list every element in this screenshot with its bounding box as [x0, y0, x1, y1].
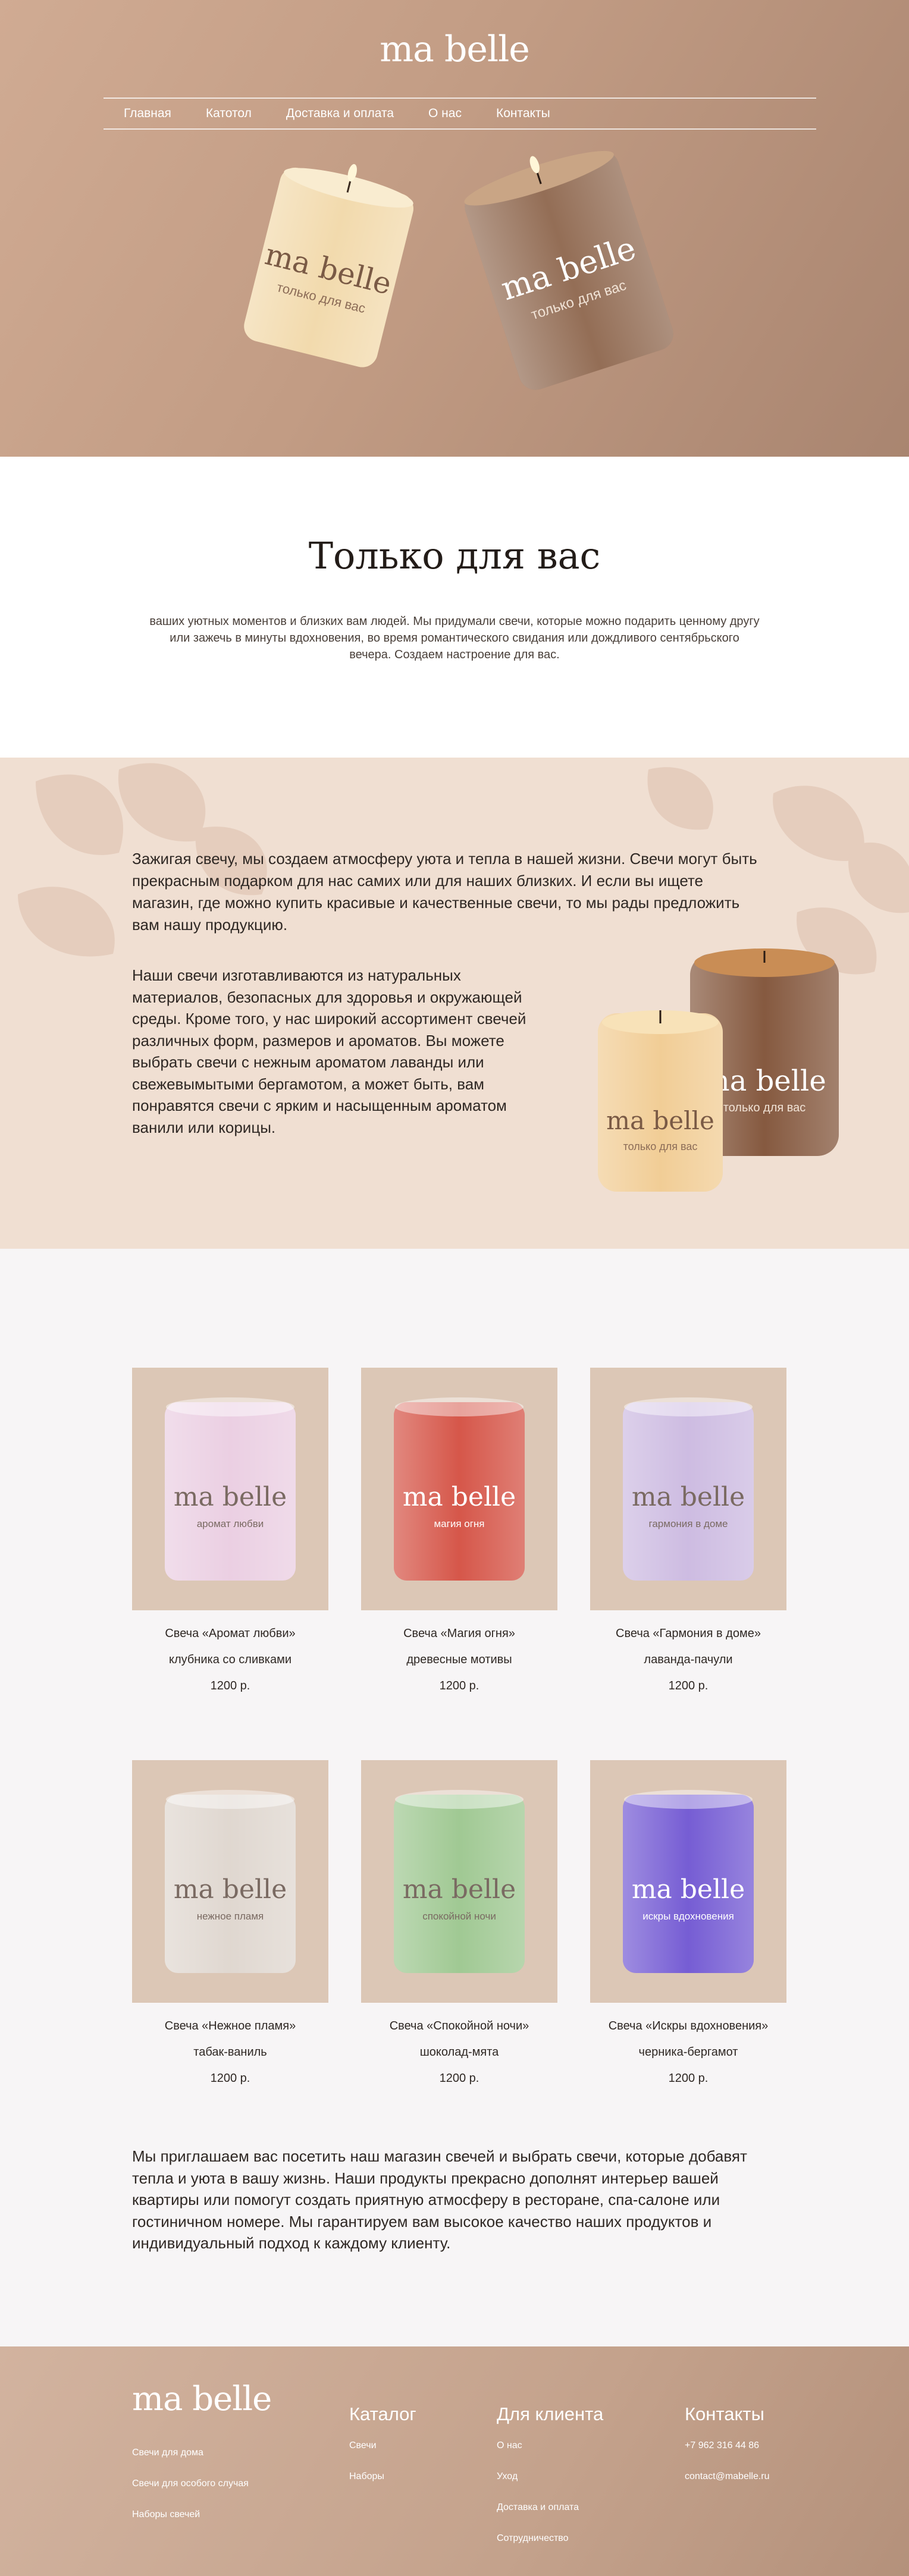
product-notes: лаванда-пачули: [644, 1653, 733, 1666]
product-price: 1200 р.: [210, 2072, 250, 2085]
footer-brand-links: Свечи для дома Свечи для особого случая …: [132, 2448, 249, 2540]
footer-link-home-candles[interactable]: Свечи для дома: [132, 2448, 249, 2458]
product-price: 1200 р.: [439, 1679, 479, 1692]
footer-col-catalog: Каталог Свечи Наборы: [349, 2404, 416, 2502]
product-card[interactable]: ma belle магия огня Свеча «Магия огня» древ…: [361, 1368, 557, 1693]
product-notes: черника-бергамот: [638, 2046, 738, 2059]
candle-label: гармония в доме: [649, 1518, 728, 1529]
site-logo[interactable]: ma belle: [0, 29, 909, 70]
hero-candle-left: ma belle только для вас: [244, 164, 413, 367]
product-price: 1200 р.: [210, 1679, 250, 1692]
product-notes: клубника со сливками: [168, 1653, 291, 1666]
product-notes: табак-ваниль: [193, 2046, 267, 2059]
nav-item-delivery[interactable]: Доставка и оплата: [286, 106, 394, 121]
product-image[interactable]: ma belle аромат любви: [132, 1368, 328, 1610]
footer: ma belle Свечи для дома Свечи для особог…: [0, 2346, 909, 2576]
about-candle-back-label: только для вас: [723, 1101, 806, 1114]
product-image[interactable]: ma belle искры вдохновения: [590, 1760, 786, 2003]
intro-text: ваших уютных моментов и близких вам люде…: [149, 615, 760, 661]
product-price: 1200 р.: [439, 2072, 479, 2085]
candle-label: спокойной ночи: [422, 1911, 496, 1922]
product-card[interactable]: ma belle аромат любви Свеча «Аромат любви»…: [132, 1368, 328, 1693]
hero-section: ma belle только для вас ma belle только …: [0, 0, 909, 457]
product-name[interactable]: Свеча «Гармония в доме»: [590, 1627, 786, 1641]
footer-link-special-candles[interactable]: Свечи для особого случая: [132, 2478, 249, 2489]
product-card[interactable]: ma belle гармония в доме Свеча «Гармония в…: [590, 1368, 786, 1693]
candle-brand: ma belle: [174, 1874, 287, 1905]
about-candle-front-label: только для вас: [623, 1141, 698, 1152]
main-nav: Главная Катотол Доставка и оплата О нас …: [104, 98, 816, 130]
about-paragraph-1: Зажигая свечу, мы создаем атмосферу уюта…: [132, 850, 757, 934]
footer-link-delivery[interactable]: Доставка и оплата: [497, 2502, 603, 2513]
candle-brand: ma belle: [403, 1482, 516, 1512]
nav-item-catalog[interactable]: Катотол: [206, 106, 252, 121]
footer-col-client: Для клиента О нас Уход Доставка и оплата…: [497, 2404, 603, 2564]
product-name[interactable]: Свеча «Нежное пламя»: [132, 2019, 328, 2033]
footer-phone-link[interactable]: +7 962 316 44 86: [685, 2440, 770, 2451]
product-notes: шоколад-мята: [419, 2046, 499, 2059]
product-card[interactable]: ma belle спокойной ночи Свеча «Спокойной н…: [361, 1760, 557, 2085]
footer-link-candle-sets[interactable]: Наборы свечей: [132, 2509, 249, 2520]
about-candle-front-brand: ma belle: [606, 1106, 714, 1135]
footer-link-about[interactable]: О нас: [497, 2440, 603, 2451]
outro-text: Мы приглашаем вас посетить наш магазин с…: [132, 2147, 747, 2252]
product-name[interactable]: Свеча «Искры вдохновения»: [590, 2019, 786, 2033]
product-name[interactable]: Свеча «Магия огня»: [361, 1627, 557, 1641]
product-notes: древесные мотивы: [406, 1653, 512, 1666]
nav-item-about[interactable]: О нас: [428, 106, 462, 121]
product-card[interactable]: ma belle нежное пламя Свеча «Нежное пламя»…: [132, 1760, 328, 2085]
footer-logo[interactable]: ma belle: [132, 2380, 272, 2418]
candle-label: аромат любви: [197, 1518, 264, 1529]
candle-brand: ma belle: [174, 1482, 287, 1512]
candle-brand: ma belle: [403, 1874, 516, 1905]
catalog-section: ma belle аромат любви Свеча «Аромат любви»…: [0, 1249, 909, 2346]
candle-label: нежное пламя: [197, 1911, 264, 1922]
product-image[interactable]: ma belle нежное пламя: [132, 1760, 328, 2003]
footer-col-contacts: Контакты +7 962 316 44 86 contact@mabell…: [685, 2404, 770, 2502]
about-candle-front: ma belle только для вас: [598, 1010, 723, 1192]
candle-label: магия огня: [434, 1518, 484, 1529]
footer-col-client-title: Для клиента: [497, 2404, 604, 2424]
product-image[interactable]: ma belle спокойной ночи: [361, 1760, 557, 2003]
candle-brand: ma belle: [632, 1874, 745, 1905]
product-price: 1200 р.: [668, 1679, 709, 1692]
product-image[interactable]: ma belle магия огня: [361, 1368, 557, 1610]
product-name[interactable]: Свеча «Спокойной ночи»: [361, 2019, 557, 2033]
about-section: ma belle только для вас ma belle только …: [0, 758, 909, 1249]
about-paragraph-2: Наши свечи изготавливаются из натуральны…: [132, 966, 526, 1136]
hero-candle-right: ma belle только для вас: [464, 150, 673, 390]
intro-section: Только для вас ваших уютных моментов и б…: [0, 457, 909, 758]
product-price: 1200 р.: [668, 2072, 709, 2085]
candle-label: искры вдохновения: [642, 1911, 734, 1922]
product-name[interactable]: Свеча «Аромат любви»: [132, 1627, 328, 1641]
footer-col-contacts-title: Контакты: [685, 2404, 764, 2424]
product-image[interactable]: ma belle гармония в доме: [590, 1368, 786, 1610]
intro-title: Только для вас: [308, 534, 601, 577]
product-card[interactable]: ma belle искры вдохновения Свеча «Искры вд…: [590, 1760, 786, 2085]
footer-col-catalog-title: Каталог: [349, 2404, 416, 2424]
footer-link-candles[interactable]: Свечи: [349, 2440, 416, 2451]
footer-link-partnership[interactable]: Сотрудничество: [497, 2533, 603, 2544]
nav-item-contacts[interactable]: Контакты: [496, 106, 550, 121]
nav-item-home[interactable]: Главная: [124, 106, 171, 121]
footer-link-sets[interactable]: Наборы: [349, 2471, 416, 2482]
candle-brand: ma belle: [632, 1482, 745, 1512]
footer-email-link[interactable]: contact@mabelle.ru: [685, 2471, 770, 2482]
footer-link-care[interactable]: Уход: [497, 2471, 603, 2482]
